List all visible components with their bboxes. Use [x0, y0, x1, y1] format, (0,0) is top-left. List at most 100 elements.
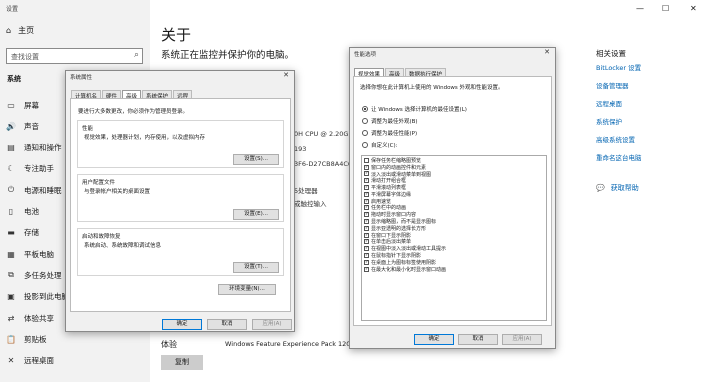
checkbox[interactable] — [364, 157, 369, 163]
environment-variables-button[interactable]: 环境变量(N)... — [218, 284, 276, 295]
sidebar-item-remote-desktop[interactable]: ✕ 远程桌面 — [6, 351, 146, 371]
visual-effects-radio[interactable]: 调整为最佳外观(B) — [362, 117, 418, 125]
visual-effects-radio[interactable]: 调整为最佳性能(P) — [362, 129, 417, 137]
search-placeholder: 查找设置 — [11, 53, 39, 61]
startup-recovery-settings-button[interactable]: 设置(T)... — [233, 262, 279, 273]
checkbox[interactable]: ✓ — [364, 232, 369, 238]
radio-label: 自定义(C): — [371, 143, 398, 149]
visual-effect-option[interactable]: ✓ 在最大化和最小化时显示窗口动画 — [362, 266, 546, 273]
tablet-icon: ▦ — [7, 249, 15, 259]
sidebar-item-clipboard[interactable]: 📋 剪贴板 — [6, 329, 146, 349]
cancel-button[interactable]: 取消 — [207, 319, 247, 330]
visual-effects-list: 保存任务栏缩略图预览 ✓ 窗口内的动画控件和元素 ✓ 淡入淡出或滑动菜单到视图 ✓ 滑动打开… — [361, 155, 547, 321]
advanced-tab-panel: 要进行大多数更改，你必须作为管理员登录。 性能 视觉效果，处理器计划，内存使用，… — [70, 98, 291, 312]
checkbox[interactable]: ✓ — [364, 212, 369, 218]
user-profiles-settings-button[interactable]: 设置(E)... — [233, 209, 279, 220]
minimize-icon[interactable]: — — [636, 4, 644, 13]
radio-button[interactable] — [362, 118, 368, 124]
sidebar-item-label: 平板电脑 — [24, 249, 54, 259]
performance-title: 性能 — [82, 126, 94, 132]
sidebar-section-title: 系统 — [7, 75, 21, 83]
checkbox[interactable]: ✓ — [364, 246, 369, 252]
close-icon[interactable]: ✕ — [690, 4, 697, 13]
related-advanced-system-link[interactable]: 高级系统设置 — [596, 134, 635, 144]
pen-touch-fragment: 或触控输入 — [294, 200, 327, 208]
related-remote-desktop-link[interactable]: 远程桌面 — [596, 98, 622, 108]
page-title: 关于 — [161, 26, 192, 44]
checkbox[interactable]: ✓ — [364, 171, 369, 177]
ok-button[interactable]: 确定 — [414, 334, 454, 345]
startup-recovery-desc: 系统启动、系统故障和调试信息 — [84, 243, 162, 249]
user-profiles-group: 用户配置文件 与登录帐户相关的桌面设置 设置(E)... — [77, 174, 284, 222]
device-id-fragment: 3F6-D27CB8A4C6E — [294, 160, 357, 168]
sidebar-item-label: 通知和操作 — [24, 143, 62, 153]
sidebar-home[interactable]: ⌂ 主页 — [6, 25, 34, 36]
close-icon[interactable]: ✕ — [283, 71, 289, 79]
performance-options-dialog: 性能选项 ✕ 视觉效果 高级 数据执行保护 选择你想在此计算机上使用的 Window… — [349, 47, 556, 349]
performance-settings-button[interactable]: 设置(S)... — [233, 154, 279, 165]
checkbox[interactable]: ✓ — [364, 198, 369, 204]
experience-value: Windows Feature Experience Pack 120.2212 — [225, 340, 370, 348]
sidebar-item-label: 多任务处理 — [24, 270, 62, 280]
visual-effects-intro: 选择你想在此计算机上使用的 Windows 外观和性能设置。 — [360, 85, 504, 91]
page-subtitle: 系统正在监控并保护你的电脑。 — [161, 50, 295, 61]
storage-icon: ▬ — [7, 228, 15, 238]
checkbox[interactable]: ✓ — [364, 259, 369, 265]
sidebar-item-label: 投影到此电脑 — [24, 292, 69, 302]
apply-button[interactable]: 应用(A) — [252, 319, 292, 330]
sidebar-item-label: 声音 — [24, 121, 39, 131]
sidebar-item-label: 电池 — [24, 207, 39, 216]
checkbox[interactable]: ✓ — [364, 205, 369, 211]
checkbox[interactable]: ✓ — [364, 239, 369, 245]
get-help-label: 获取帮助 — [610, 184, 639, 192]
related-system-protection-link[interactable]: 系统保护 — [596, 116, 622, 126]
shared-experiences-icon: ⇄ — [7, 313, 15, 323]
related-device-manager-link[interactable]: 设备管理器 — [596, 80, 629, 90]
sound-icon: 🔊 — [6, 121, 16, 131]
system-type-fragment: 5处理器 — [294, 187, 318, 195]
checkbox[interactable]: ✓ — [364, 225, 369, 231]
dialog-title: 系统属性 — [70, 75, 93, 81]
close-icon[interactable]: ✕ — [544, 48, 550, 56]
user-profiles-desc: 与登录帐户相关的桌面设置 — [84, 189, 151, 195]
maximize-icon[interactable]: ☐ — [662, 4, 669, 13]
radio-button[interactable] — [362, 142, 368, 148]
projecting-icon: ▣ — [7, 292, 15, 302]
related-bitlocker-link[interactable]: BitLocker 设置 — [596, 62, 641, 72]
checkbox[interactable]: ✓ — [364, 164, 369, 170]
experience-label: 体验 — [161, 340, 177, 349]
visual-effects-radio[interactable]: 自定义(C): — [362, 141, 398, 149]
notifications-icon: ▤ — [7, 143, 15, 153]
checkbox[interactable]: ✓ — [364, 219, 369, 225]
sidebar-item-label: 体验共享 — [24, 313, 54, 323]
copy-button[interactable]: 复制 — [161, 355, 203, 370]
checkbox[interactable]: ✓ — [364, 178, 369, 184]
focus-assist-icon: ☾ — [7, 164, 15, 174]
ok-button[interactable]: 确定 — [162, 319, 202, 330]
remote-desktop-icon: ✕ — [7, 356, 15, 366]
cancel-button[interactable]: 取消 — [458, 334, 498, 345]
apply-button[interactable]: 应用(A) — [502, 334, 542, 345]
startup-recovery-group: 启动和故障恢复 系统启动、系统故障和调试信息 设置(T)... — [77, 228, 284, 276]
checkbox-label: 在最大化和最小化时显示窗口动画 — [371, 266, 447, 273]
admin-note: 要进行大多数更改，你必须作为管理员登录。 — [78, 109, 189, 115]
ram-fragment: 193 — [294, 145, 307, 153]
radio-button[interactable] — [362, 130, 368, 136]
settings-window-title: 设置 — [6, 6, 19, 13]
checkbox[interactable]: ✓ — [364, 185, 369, 191]
search-icon: ⌕ — [133, 50, 139, 60]
settings-search-input[interactable]: 查找设置 ⌕ — [6, 48, 143, 64]
sidebar-item-label: 远程桌面 — [24, 356, 54, 366]
sidebar-item-label: 专注助手 — [24, 164, 54, 174]
performance-desc: 视觉效果，处理器计划，内存使用，以及虚拟内存 — [84, 135, 206, 141]
related-rename-pc-link[interactable]: 重命名这台电脑 — [596, 152, 642, 162]
checkbox[interactable]: ✓ — [364, 191, 369, 197]
visual-effects-radio[interactable]: 让 Windows 选择计算机的最佳设置(L) — [362, 105, 467, 113]
checkbox[interactable]: ✓ — [364, 253, 369, 259]
sidebar-home-label: 主页 — [18, 26, 35, 35]
sidebar-item-label: 存储 — [24, 228, 39, 238]
visual-effects-panel: 选择你想在此计算机上使用的 Windows 外观和性能设置。 让 Windows… — [353, 76, 552, 326]
checkbox[interactable]: ✓ — [364, 266, 369, 272]
radio-button[interactable] — [362, 106, 368, 112]
get-help-link[interactable]: 💬 获取帮助 — [596, 183, 639, 193]
